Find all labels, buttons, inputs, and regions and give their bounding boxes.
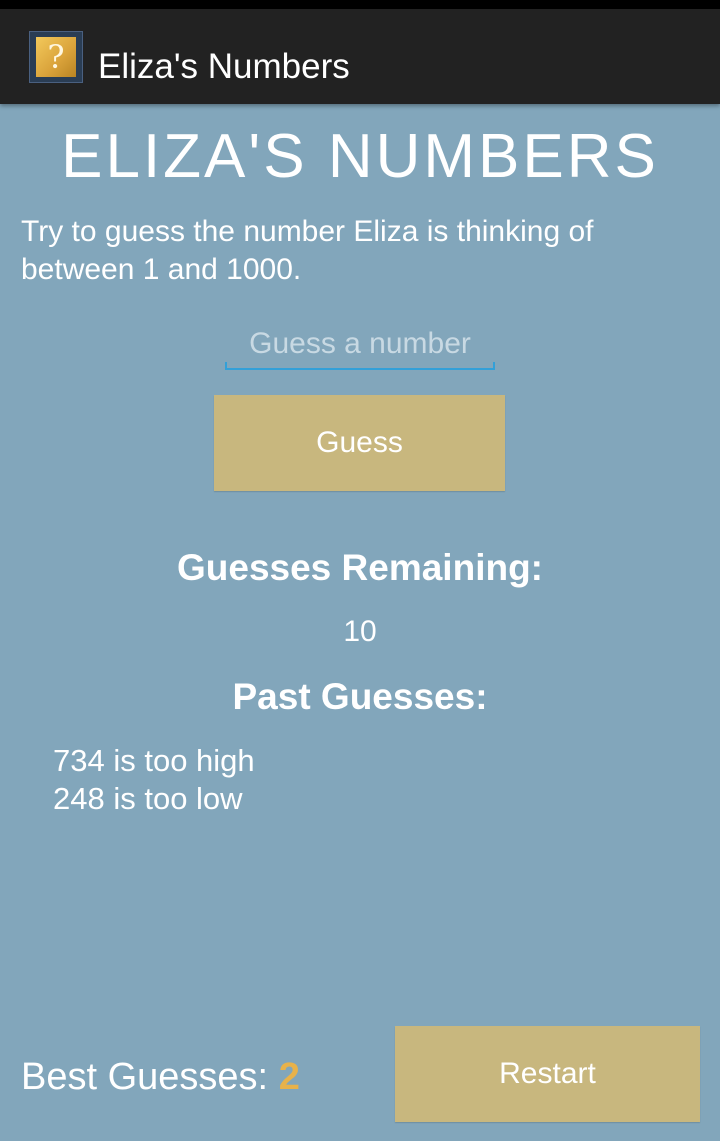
guess-button[interactable]: Guess [214,395,505,491]
guess-input[interactable] [225,320,495,370]
input-underline-left-tick [225,362,227,370]
guesses-remaining-label: Guesses Remaining: [176,547,543,588]
input-underline-right-tick [493,362,495,370]
question-mark-icon: ? [36,37,76,77]
past-guesses-list: 734 is too high 248 is too low [53,742,255,818]
restart-button[interactable]: Restart [395,1026,700,1122]
best-guesses: Best Guesses: 2 [21,1054,300,1100]
past-guess-item: 248 is too low [53,781,243,816]
app-icon: ? [29,31,83,83]
status-bar [0,0,720,9]
past-guess-item: 734 is too high [53,743,255,778]
best-guesses-value: 2 [278,1056,300,1098]
action-bar: ? Eliza's Numbers [0,9,720,104]
page-title: ELIZA'S NUMBERS [61,122,659,191]
past-guesses-label: Past Guesses: [232,676,488,717]
app-title: Eliza's Numbers [98,47,350,86]
instructions-text: Try to guess the number Eliza is thinkin… [21,215,594,286]
guesses-remaining-value: 10 [343,615,377,648]
best-guesses-label: Best Guesses: [21,1056,269,1098]
